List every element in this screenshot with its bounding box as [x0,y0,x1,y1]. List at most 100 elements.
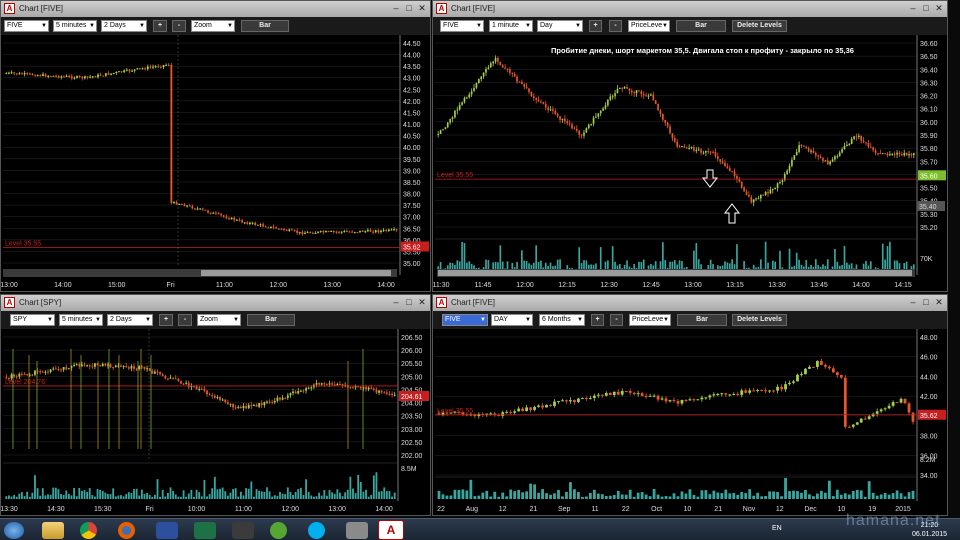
indicator-select[interactable]: PriceLeve ▼ [629,314,671,326]
chrome-icon[interactable] [80,522,97,539]
range-select[interactable]: Day ▼ [537,20,583,32]
start-orb-icon[interactable] [4,522,24,539]
candle-body [812,366,815,368]
price-chart[interactable]: 48.0046.0044.0042.0040.0038.0036.0034.00… [433,329,947,501]
app-logo-icon: A [436,297,447,308]
volume-bar [816,493,819,499]
candle-body [127,367,130,369]
maximize-icon[interactable]: □ [920,3,932,14]
volume-bar [26,491,29,499]
zoom-in-button[interactable]: + [153,20,167,32]
minimize-icon[interactable]: – [907,297,919,308]
interval-select[interactable]: 5 minutes ▼ [53,20,97,32]
candle-body [907,403,911,413]
volume-bar [545,493,548,499]
bar-type-button[interactable]: Bar [677,314,727,326]
candle-body [309,232,312,234]
range-select[interactable]: 2 Days ▼ [107,314,153,326]
zoom-select[interactable]: Zoom ▼ [191,20,235,32]
window-titlebar[interactable]: A Chart [SPY] – □ ✕ [1,295,430,311]
candle-body [757,198,760,200]
price-chart[interactable]: 36.60 36.50 36.40 36.30 36.20 36.10 36.00 35.90… [433,35,947,275]
video-icon[interactable] [232,522,254,539]
price-level-label: Level 204.76 [5,379,45,386]
candle-body [896,152,898,155]
window-titlebar[interactable]: A Chart [FIVE] – □ ✕ [1,1,430,17]
candle-body [712,151,714,153]
minimize-icon[interactable]: – [390,297,402,308]
volume-bar [800,492,803,499]
volume-bar [60,494,62,499]
scrollbar-thumb[interactable] [438,270,912,276]
bar-type-button[interactable]: Bar [676,20,726,32]
maximize-icon[interactable]: □ [403,297,415,308]
interval-select[interactable]: DAY ▼ [491,314,533,326]
volume-bar [289,491,292,499]
language-indicator[interactable]: EN [772,525,782,532]
indicator-select[interactable]: PriceLeve ▼ [628,20,670,32]
range-select[interactable]: 2 Days ▼ [101,20,147,32]
bar-type-button[interactable]: Bar [247,314,295,326]
maximize-icon[interactable]: □ [403,3,415,14]
candle-body [561,118,564,120]
symbol-select[interactable]: FIVE ▼ [4,20,49,32]
delete-levels-button[interactable]: Delete Levels [732,20,787,32]
explorer-icon[interactable] [42,522,64,539]
window-titlebar[interactable]: A Chart [FIVE] – □ ✕ [433,1,947,17]
zoom-out-button[interactable]: - [610,314,623,326]
zoom-in-button[interactable]: + [589,20,602,32]
close-icon[interactable]: ✕ [933,3,945,14]
volume-bar [109,494,112,499]
y-tick-label: 35.50 [920,186,938,193]
volume-bar [831,496,835,499]
bar-type-button[interactable]: Bar [241,20,289,32]
chart-scrollbar[interactable] [437,269,915,277]
range-select[interactable]: 6 Months ▼ [539,314,585,326]
candle-body [796,374,799,382]
chevron-down-icon: ▼ [662,23,668,29]
chart-scrollbar[interactable] [3,269,397,277]
zoom-out-button[interactable]: - [172,20,186,32]
zoom-in-button[interactable]: + [591,314,604,326]
close-icon[interactable]: ✕ [933,297,945,308]
close-icon[interactable]: ✕ [416,3,428,14]
x-tick-label: 12:00 [281,506,299,513]
volume-bar [167,493,169,499]
zoom-out-button[interactable]: - [178,314,192,326]
price-chart[interactable]: 44.50 44.00 43.50 43.00 42.50 42.00 41.50 41.00… [1,35,430,275]
zoom-select[interactable]: Zoom ▼ [197,314,241,326]
candle-body [250,405,253,407]
utorrent-icon[interactable] [270,522,287,539]
firefox-icon[interactable] [118,522,135,539]
close-icon[interactable]: ✕ [416,297,428,308]
candle-body [590,123,592,125]
symbol-select[interactable]: FIVE ▼ [440,20,484,32]
trading-app-icon[interactable]: A [378,520,404,540]
delete-levels-button[interactable]: Delete Levels [732,314,787,326]
zoom-in-button[interactable]: + [159,314,173,326]
save-icon[interactable] [156,522,178,539]
interval-select[interactable]: 1 minute ▼ [489,20,533,32]
candle-body [764,390,768,392]
window-titlebar[interactable]: A Chart [FIVE] – □ ✕ [433,295,947,311]
interval-select[interactable]: 5 minutes ▼ [59,314,103,326]
symbol-select[interactable]: SPY ▼ [10,314,55,326]
volume-bar [94,496,96,499]
candle-body [487,67,490,70]
candle-body [264,226,267,228]
candle-body [47,75,50,77]
minimize-icon[interactable]: – [390,3,402,14]
excel-icon[interactable] [194,522,216,539]
candle-body [375,389,378,393]
minimize-icon[interactable]: – [907,3,919,14]
zoom-out-button[interactable]: - [609,20,622,32]
settings-icon[interactable] [346,522,368,539]
symbol-select[interactable]: FIVE ▼ [442,314,488,326]
skype-icon[interactable] [308,522,325,539]
volume-bar [847,494,851,499]
volume-bar [135,488,138,499]
maximize-icon[interactable]: □ [920,297,932,308]
scrollbar-thumb[interactable] [201,270,391,276]
price-chart[interactable]: 206.50206.00205.50205.00204.50204.00203.… [1,329,430,501]
candle-body [331,383,334,385]
